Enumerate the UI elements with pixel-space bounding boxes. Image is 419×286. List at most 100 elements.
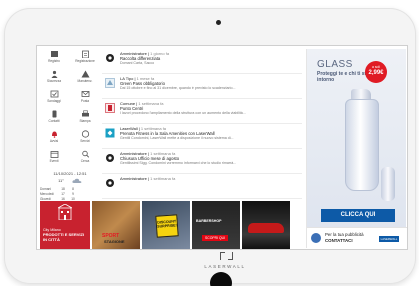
- news-text: Amministratore | 1 settimana fa Chiusura …: [120, 151, 302, 173]
- menu-item-label: Contatti: [48, 119, 60, 123]
- news-item[interactable]: LA Tipo | 1 mese fa Green Pass obbligator…: [102, 74, 302, 99]
- menu-item-label: Cerca: [80, 159, 90, 163]
- news-summary: Gentili Condomini, LaserWall mette a dis…: [120, 136, 234, 140]
- news-text: Amministratore | 1 giorno fa Raccolta dif…: [120, 51, 302, 73]
- sport-sub: STAGIONE: [104, 239, 125, 244]
- ad-panel[interactable]: GLASS Proteggi te e chi ti sta intorno a…: [306, 49, 407, 248]
- barbershop-cta[interactable]: SCOPRI QUI: [202, 235, 228, 241]
- lime-tipo-avatar-icon: [104, 77, 116, 89]
- promo-tiles: City Milano PRODOTTI E SERVIZI IN CITTÀ …: [40, 201, 290, 249]
- check-icon: [50, 90, 58, 98]
- building-icon: [58, 204, 72, 220]
- ad-logo-icon: [311, 233, 321, 243]
- news-text: Amministratore | 1 settimana fa: [120, 176, 302, 198]
- ad-claim: Proteggi te e chi ti sta intorno: [317, 71, 369, 83]
- person-icon: [51, 70, 57, 78]
- menu-item[interactable]: Avvisi: [40, 129, 68, 148]
- forecast-low: 9: [72, 191, 74, 196]
- news-source-line: Amministratore | 1 settimana fa: [120, 176, 176, 181]
- menu-item-label: Sicurezza: [47, 79, 61, 83]
- price-badge-label: a soli: [372, 65, 380, 69]
- forecast-high: 18: [61, 186, 65, 191]
- news-item[interactable]: Amministratore | 1 giorno fa Raccolta dif…: [102, 49, 302, 74]
- ad-info-bar[interactable]: Per la tua pubblicità CONTATTACI LASERWA…: [307, 227, 407, 248]
- admin-avatar-icon: [104, 52, 116, 64]
- news-text: LA Tipo | 1 mese fa Green Pass obbligator…: [120, 76, 302, 98]
- bell-icon: [51, 131, 57, 138]
- warning-icon: [81, 70, 89, 78]
- menu-item-label: Avvisi: [49, 139, 59, 143]
- search-icon: [81, 150, 89, 158]
- barbershop-tile[interactable]: BARBERSHOP SCOPRI QUI: [192, 201, 240, 249]
- city-services-tile[interactable]: City Milano PRODOTTI E SERVIZI IN CITTÀ: [40, 201, 90, 249]
- discount-sign: DISCOUNT SURPRISE!: [155, 214, 179, 238]
- ad-info-line2: CONTATTACI: [325, 238, 353, 243]
- phone-icon: [52, 110, 56, 118]
- news-summary: I lavori procedono l'ampliamento della s…: [120, 111, 246, 115]
- city-title: PRODOTTI E SERVIZI IN CITTÀ: [43, 232, 85, 242]
- forecast-day: Giovedì: [40, 196, 51, 201]
- small-bottle-image: [381, 167, 395, 201]
- menu-item[interactable]: Registrazione: [71, 49, 99, 68]
- news-item[interactable]: LaserWall | 1 settimana fa Prenota Fitnes…: [102, 124, 302, 149]
- menu-item[interactable]: Contatti: [40, 109, 68, 128]
- calendar-icon: [50, 151, 58, 158]
- forecast-table: Domani 18 8 Mercoledì 17 9 Giovedì 16 10: [40, 186, 100, 201]
- car-tile[interactable]: [242, 201, 290, 249]
- menu-item[interactable]: Posta: [71, 89, 99, 108]
- menu-item-label: Sondaggi: [47, 99, 61, 103]
- news-source: Amministratore: [120, 176, 147, 181]
- register-icon: [50, 51, 58, 57]
- discount-tile[interactable]: DISCOUNT SURPRISE!: [142, 201, 190, 249]
- news-item[interactable]: Amministratore | 1 settimana fa: [102, 174, 302, 199]
- forecast-high: 17: [61, 191, 65, 196]
- menu-item[interactable]: Eventi: [40, 149, 68, 168]
- news-summary: Dal 15 ottobre e fino al 31 dicembre, qu…: [120, 86, 236, 90]
- menu-item[interactable]: Sicurezza: [40, 69, 68, 88]
- left-menu: Registro Registrazione Sicurezza Manutenz. S…: [40, 49, 100, 201]
- ad-info-brand: LASERWALL: [379, 236, 399, 242]
- date-time: 11/10/2021 - 12:51: [53, 171, 87, 176]
- news-text: LaserWall | 1 settimana fa Prenota Fitnes…: [120, 126, 302, 148]
- news-text: Comune | 1 settimana fa Punto Centri I lav…: [120, 101, 302, 123]
- clipboard-icon: [81, 50, 89, 58]
- menu-item[interactable]: Sondaggi: [40, 89, 68, 108]
- news-item[interactable]: Amministratore | 1 settimana fa Chiusura …: [102, 149, 302, 174]
- menu-item[interactable]: Registro: [40, 49, 68, 68]
- news-item[interactable]: Comune | 1 settimana fa Punto Centri I lav…: [102, 99, 302, 124]
- price-badge: a soli 2,99€: [365, 61, 387, 83]
- screen: Registro Registrazione Sicurezza Manutenz. S…: [36, 45, 408, 250]
- forecast-low: 8: [72, 186, 74, 191]
- barbershop-title: BARBERSHOP: [196, 219, 222, 223]
- forecast-day: Domani: [40, 186, 51, 191]
- tablet-device: Registro Registrazione Sicurezza Manutenz. S…: [4, 8, 416, 286]
- laserwall-avatar-icon: [104, 127, 116, 139]
- menu-item[interactable]: Manutenz.: [71, 69, 99, 88]
- menu-item-label: Eventi: [49, 159, 59, 163]
- mail-icon: [81, 91, 89, 97]
- news-age: 1 settimana fa: [150, 176, 176, 181]
- car-image: [248, 223, 284, 233]
- menu-item-label: Servizi: [80, 139, 90, 143]
- sport-tile[interactable]: SPORT STAGIONE: [92, 201, 140, 249]
- home-button[interactable]: [210, 272, 232, 286]
- weather-temp: 11°: [58, 178, 64, 183]
- menu-item-label: Posta: [80, 99, 90, 103]
- admin-avatar-icon: [104, 177, 116, 189]
- menu-item[interactable]: Cerca: [71, 149, 99, 168]
- device-brand: LASERWALL: [204, 264, 246, 269]
- news-summary: Gentilissimi Sigg. Condomini vorremmo in…: [120, 161, 237, 165]
- cloud-icon: [72, 178, 82, 183]
- news-feed: Amministratore | 1 giorno fa Raccolta dif…: [102, 49, 302, 201]
- laserwall-logo-icon: [220, 252, 234, 261]
- menu-item-label: Registrazione: [75, 59, 95, 63]
- comune-avatar-icon: [104, 102, 116, 114]
- news-summary: Domani Carta, Sacco: [120, 61, 155, 65]
- ad-cta-button[interactable]: CLICCA QUI: [321, 209, 395, 222]
- price-badge-value: 2,99€: [368, 70, 384, 76]
- menu-item[interactable]: Stampa: [71, 109, 99, 128]
- menu-grid: Registro Registrazione Sicurezza Manutenz. S…: [40, 49, 100, 168]
- menu-item[interactable]: Servizi: [71, 129, 99, 148]
- forecast-high: 16: [61, 196, 65, 201]
- bottle-image: [345, 99, 379, 191]
